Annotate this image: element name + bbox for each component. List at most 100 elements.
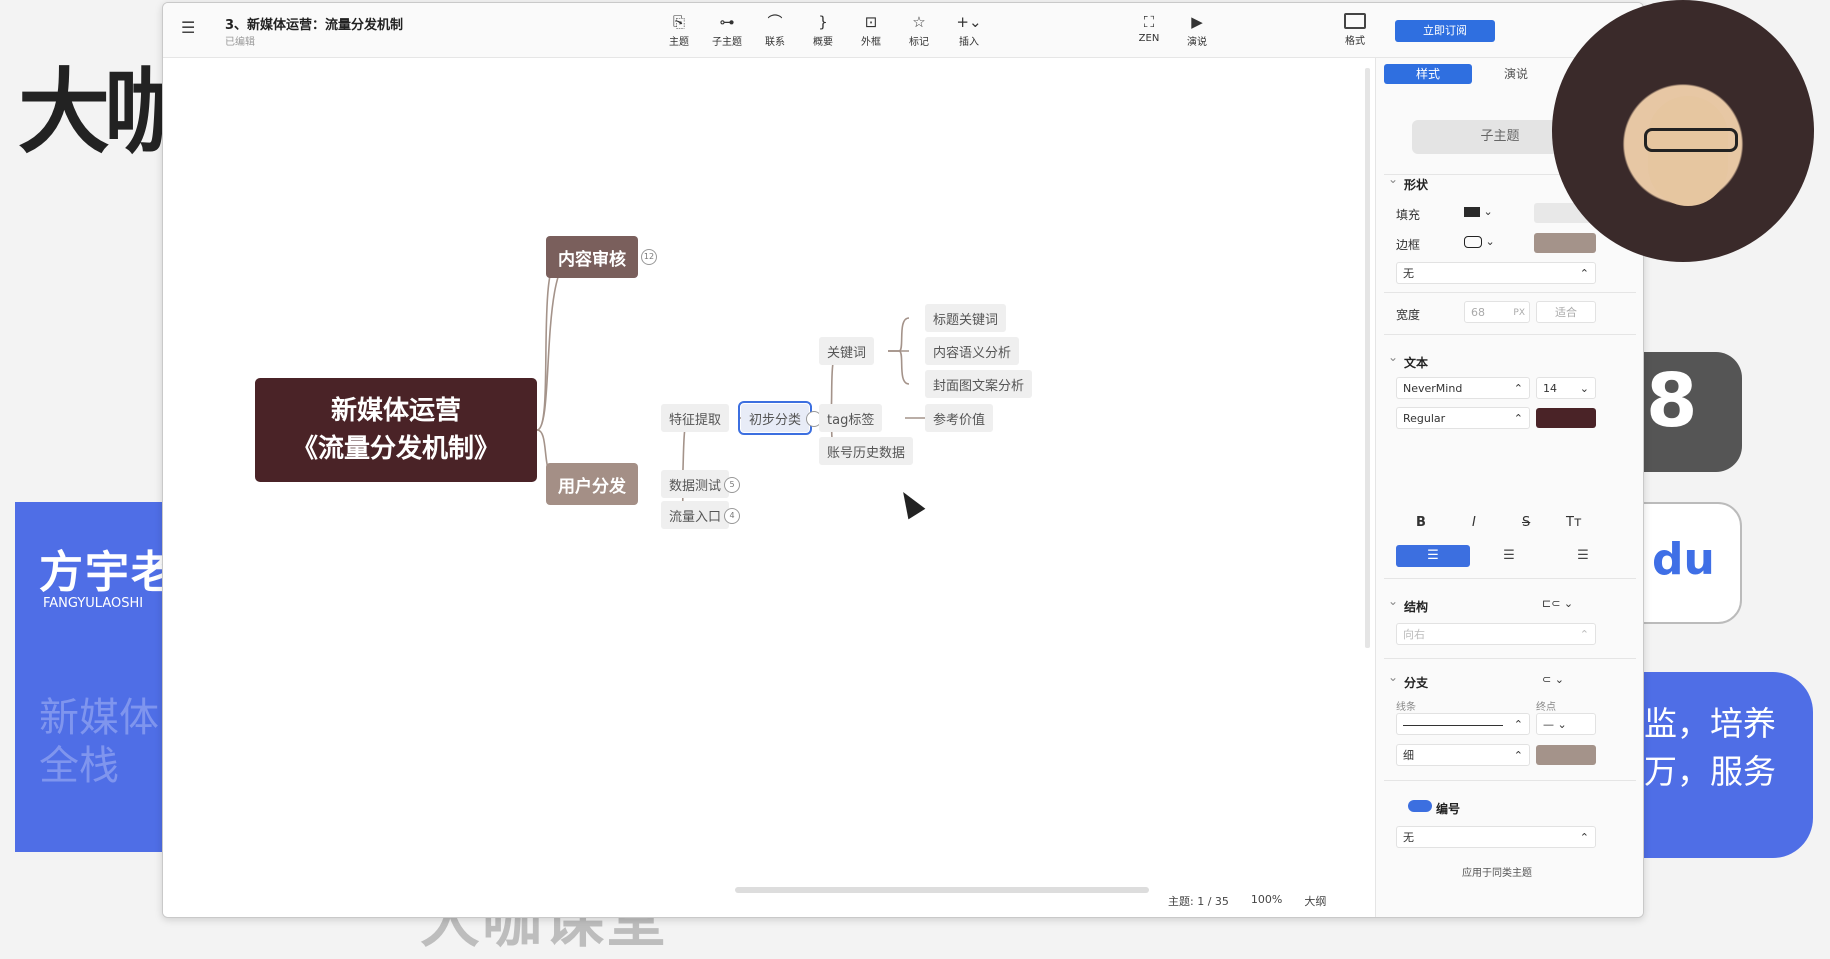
mindmap-canvas[interactable]: 新媒体运营 《流量分发机制》 内容审核 12 用户分发 特征提取 初步分类 关键…	[163, 58, 1370, 917]
numbering-toggle[interactable]	[1408, 800, 1432, 812]
intro-card-text: 监，培养 万，服务	[1644, 704, 1776, 791]
subtopic-reference-value[interactable]: 参考价值	[925, 404, 994, 432]
font-size-select[interactable]: 14 ⌄	[1536, 377, 1596, 399]
branch-section-title[interactable]: 分支	[1388, 670, 1428, 691]
panel-icon	[1344, 13, 1366, 29]
plus-icon: +⌄	[956, 13, 982, 31]
tool-label: 主题	[669, 37, 689, 48]
branch-color-swatch[interactable]	[1536, 745, 1596, 765]
presenter-glasses	[1644, 128, 1738, 152]
tool-label: 联系	[765, 37, 785, 48]
vertical-scrollbar[interactable]	[1365, 68, 1370, 648]
text-case-button[interactable]: Tт	[1566, 515, 1582, 530]
app-icon-label: 8	[1646, 358, 1698, 444]
numbering-section-title[interactable]: 编号	[1420, 796, 1460, 817]
teacher-card: 方宇老 FANGYULAOSHI 新媒体 全栈	[15, 502, 175, 852]
subtopic-feature-extract[interactable]: 特征提取	[661, 404, 730, 432]
subtopic-traffic-entry[interactable]: 流量入口	[661, 501, 730, 529]
border-style-value: 无	[1403, 267, 1414, 280]
app-icon-kuaishou: 8	[1640, 352, 1742, 472]
subtopic-account-history[interactable]: 账号历史数据	[819, 437, 914, 465]
tool-label: 插入	[959, 37, 979, 48]
teacher-name: 方宇老	[39, 547, 177, 598]
border-shape-select[interactable]: ⌄	[1458, 231, 1524, 253]
subtopic-tag[interactable]: tag标签	[819, 404, 883, 432]
subtopic-label: 内容语义分析	[933, 345, 1012, 361]
font-weight-select[interactable]: Regular ⌃	[1396, 407, 1530, 429]
webcam-overlay	[1552, 0, 1814, 262]
apply-to-similar-link[interactable]: 应用于同类主题	[1462, 864, 1532, 879]
line-end-select[interactable]: — ⌄	[1536, 713, 1596, 735]
subtopic-button[interactable]: ⊶ 子主题	[705, 13, 749, 48]
italic-button[interactable]: I	[1472, 515, 1476, 530]
central-topic[interactable]: 新媒体运营 《流量分发机制》	[255, 378, 537, 482]
format-panel-toggle[interactable]: 格式	[1335, 13, 1375, 48]
bold-button[interactable]: B	[1416, 515, 1426, 530]
tool-label: 概要	[813, 37, 833, 48]
width-fit-button[interactable]: 适合	[1536, 301, 1596, 323]
format-label: 格式	[1345, 36, 1365, 47]
subscribe-button[interactable]: 立即订阅	[1395, 20, 1495, 42]
topic-user-distribution[interactable]: 用户分发	[546, 463, 638, 505]
subtopic-keyword[interactable]: 关键词	[819, 337, 875, 365]
tab-style[interactable]: 样式	[1384, 64, 1472, 84]
subtopic-label: tag标签	[827, 412, 875, 428]
subtopic-data-test[interactable]: 数据测试	[661, 470, 730, 498]
end-hint: 终点	[1536, 702, 1556, 713]
mindmap-app-window: ☰ 3、新媒体运营：流量分发机制 已编辑 ⎘ 主题 ⊶ 子主题 ⌒ 联系 } 概要 ⊡ 外…	[162, 2, 1644, 918]
align-center-button[interactable]: ☰	[1472, 545, 1546, 567]
subtopic-content-semantic[interactable]: 内容语义分析	[925, 337, 1020, 365]
topic-button[interactable]: ⎘ 主题	[657, 13, 701, 48]
collapsed-count-badge[interactable]: 5	[724, 477, 740, 493]
line-hint: 线条	[1396, 702, 1416, 713]
align-left-button[interactable]: ☰	[1396, 545, 1470, 567]
fullscreen-icon: ⛶	[1143, 13, 1155, 31]
structure-section-title[interactable]: 结构	[1388, 594, 1428, 615]
zen-button[interactable]: ⛶ ZEN	[1127, 13, 1171, 44]
topic-label: 用户分发	[558, 476, 626, 497]
border-color-swatch[interactable]	[1534, 233, 1596, 253]
relationship-button[interactable]: ⌒ 联系	[753, 13, 797, 48]
branch-style-select[interactable]: ⊂ ⌄	[1536, 669, 1596, 691]
tool-label: ZEN	[1138, 33, 1160, 44]
zoom-level[interactable]: 100%	[1251, 893, 1282, 913]
collapsed-count-badge[interactable]: 4	[724, 508, 740, 524]
border-style-select[interactable]: 无 ⌃	[1396, 262, 1596, 284]
topic-icon: ⎘	[672, 13, 685, 31]
app-icon-label: du	[1652, 534, 1715, 585]
insert-button[interactable]: +⌄ 插入	[947, 13, 991, 48]
marker-button[interactable]: ☆ 标记	[897, 13, 941, 48]
teacher-tagline: 新媒体 全栈	[39, 695, 159, 789]
subtopic-label: 关键词	[827, 345, 867, 361]
text-section-title[interactable]: 文本	[1388, 350, 1428, 371]
text-color-swatch[interactable]	[1536, 408, 1596, 428]
subtopic-title-keyword[interactable]: 标题关键词	[925, 304, 1007, 332]
tab-pitch[interactable]: 演说	[1472, 64, 1560, 84]
strikethrough-button[interactable]: S	[1522, 515, 1530, 530]
topic-content-review[interactable]: 内容审核	[546, 236, 638, 278]
collapsed-count-badge[interactable]: 12	[641, 249, 657, 265]
menu-icon[interactable]: ☰	[181, 20, 199, 36]
subtopic-label: 封面图文案分析	[933, 378, 1025, 394]
summary-button[interactable]: } 概要	[801, 13, 845, 48]
line-style-select[interactable]: ⌃	[1396, 713, 1530, 735]
horizontal-scrollbar[interactable]	[735, 887, 1149, 893]
tool-label: 外框	[861, 37, 881, 48]
subtopic-label: 标题关键词	[933, 312, 999, 328]
relationship-icon: ⌒	[767, 13, 783, 31]
summary-icon: }	[818, 13, 828, 31]
align-right-button[interactable]: ☰	[1546, 545, 1620, 567]
line-weight-select[interactable]: 细 ⌃	[1396, 744, 1530, 766]
outline-button[interactable]: 大纲	[1304, 893, 1326, 913]
width-input[interactable]: 68 PX	[1464, 301, 1530, 323]
numbering-select[interactable]: 无 ⌃	[1396, 826, 1596, 848]
structure-direction-select[interactable]: 向右 ⌃	[1396, 623, 1596, 645]
boundary-button[interactable]: ⊡ 外框	[849, 13, 893, 48]
fill-shape-select[interactable]: ⌄	[1458, 201, 1524, 223]
font-family-select[interactable]: NeverMind ⌃	[1396, 377, 1530, 399]
pitch-button[interactable]: ▶ 演说	[1175, 13, 1219, 48]
shape-section-title[interactable]: 形状	[1388, 172, 1428, 193]
subtopic-cover-text[interactable]: 封面图文案分析	[925, 370, 1033, 398]
structure-select[interactable]: ⊏⊂ ⌄	[1536, 593, 1596, 615]
subtopic-initial-classify[interactable]: 初步分类	[737, 401, 813, 435]
